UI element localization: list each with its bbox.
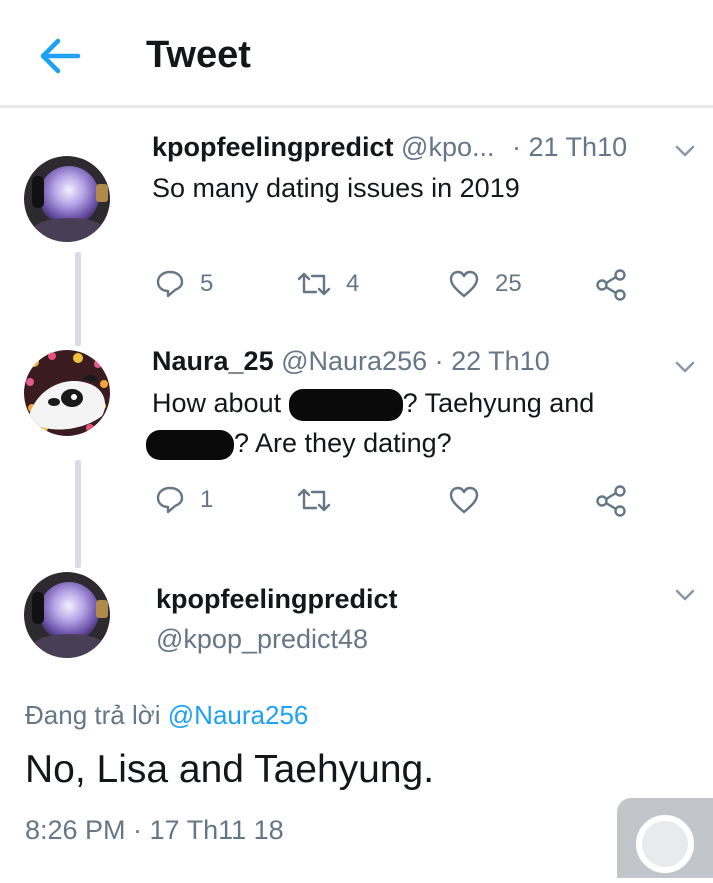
like-button[interactable]: 25 xyxy=(447,268,522,300)
like-button[interactable] xyxy=(447,484,481,516)
chevron-down-icon[interactable] xyxy=(674,360,696,374)
thread-connector xyxy=(75,460,81,568)
share-button[interactable] xyxy=(594,484,628,518)
tweet-text-line2: ? Are they dating? xyxy=(146,423,452,463)
reply-count: 1 xyxy=(200,486,214,513)
replying-handle-link[interactable]: @Naura256 xyxy=(168,700,309,730)
share-button[interactable] xyxy=(594,268,628,302)
retweet-button[interactable] xyxy=(296,484,332,516)
retweet-button[interactable]: 4 xyxy=(296,268,359,300)
retweet-count: 4 xyxy=(346,270,360,297)
display-name: kpopfeelingpredict xyxy=(152,132,394,162)
reply-icon xyxy=(156,486,184,514)
thread-connector xyxy=(75,252,81,346)
handle: @kpo... xyxy=(401,132,495,162)
tweet-text: No, Lisa and Taehyung. xyxy=(25,748,435,791)
reply-button[interactable]: 5 xyxy=(154,268,213,300)
replying-to: Đang trả lời @Naura256 xyxy=(25,700,308,731)
top-bar: Tweet xyxy=(0,0,713,108)
page-title: Tweet xyxy=(146,34,251,76)
display-name: Naura_25 xyxy=(152,346,274,376)
crystal-ball-avatar xyxy=(24,156,110,242)
share-icon xyxy=(596,269,626,301)
chevron-down-icon[interactable] xyxy=(674,588,696,602)
avatar[interactable] xyxy=(24,350,110,436)
like-count: 25 xyxy=(495,270,522,297)
arrow-left-icon xyxy=(40,38,81,74)
redaction-mark xyxy=(288,388,403,421)
handle: @Naura256 xyxy=(281,346,428,376)
text-segment: ? Are they dating? xyxy=(234,428,452,458)
crystal-ball-avatar xyxy=(24,572,110,658)
heart-icon xyxy=(449,270,479,298)
chevron-down-icon[interactable] xyxy=(674,144,696,158)
text-segment: ? Taehyung and xyxy=(402,388,595,418)
handle[interactable]: @kpop_predict48 xyxy=(156,624,368,655)
tweet-author[interactable]: Naura_25 @Naura256 · 22 Th10 xyxy=(152,346,550,377)
share-icon xyxy=(596,485,626,517)
retweet-icon xyxy=(297,488,331,512)
reply-icon xyxy=(156,270,184,298)
reply-count: 5 xyxy=(200,270,214,297)
panda-avatar xyxy=(24,350,110,436)
text-segment: How about xyxy=(152,388,289,418)
avatar[interactable] xyxy=(24,572,110,658)
tweet-author[interactable]: kpopfeelingpredict @kpo... · 21 Th10 xyxy=(152,132,627,163)
reply-button[interactable]: 1 xyxy=(154,484,213,516)
redaction-mark xyxy=(146,429,234,460)
tweet-timestamp: 8:26 PM · 17 Th11 18 xyxy=(25,815,284,845)
circle-icon xyxy=(636,815,694,873)
floating-button[interactable] xyxy=(617,798,713,878)
back-button[interactable] xyxy=(38,36,82,76)
avatar[interactable] xyxy=(24,156,110,242)
tweet-text: How about ? Taehyung and xyxy=(152,383,594,423)
display-name[interactable]: kpopfeelingpredict xyxy=(156,584,398,615)
tweet-text: So many dating issues in 2019 xyxy=(152,173,520,203)
tweet-date: · 21 Th10 xyxy=(512,132,628,162)
replying-prefix: Đang trả lời xyxy=(25,700,168,730)
heart-icon xyxy=(449,486,479,514)
tweet-date: · 22 Th10 xyxy=(434,346,550,376)
retweet-icon xyxy=(297,272,331,296)
